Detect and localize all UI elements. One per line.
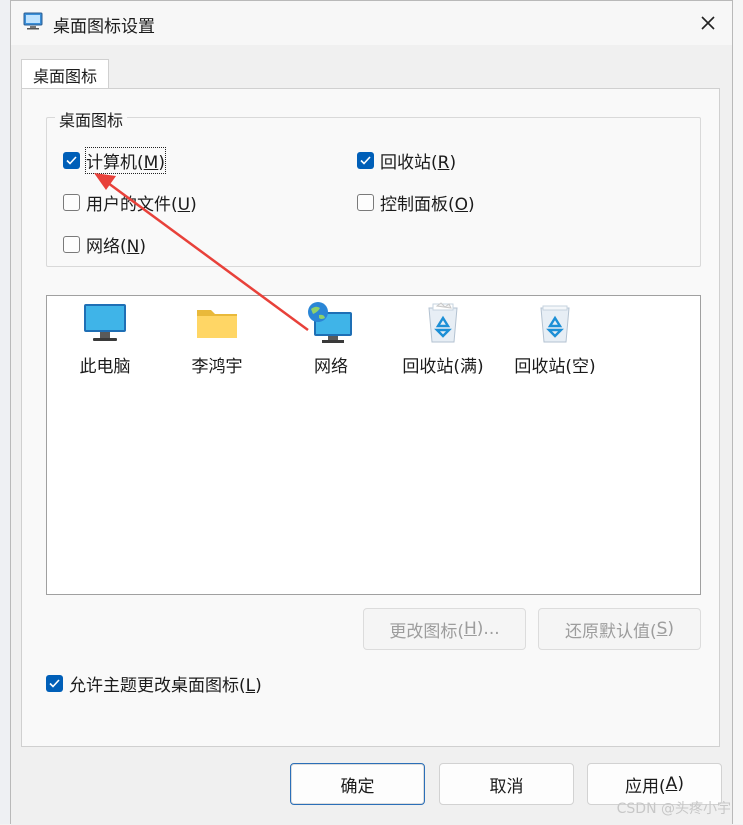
watermark: CSDN @头疼小宇 (616, 801, 731, 817)
recycle-bin-full-icon (428, 302, 458, 343)
icon-label: 此电脑 (79, 357, 131, 377)
checkbox-network-label: 网络(N) (86, 237, 146, 257)
icon-list[interactable]: 此电脑 李鸿宇 网络 回收站(满) 回收站(空) (46, 295, 701, 595)
icon-label: 网络 (314, 357, 348, 377)
icon-label: 回收站(空) (514, 357, 596, 377)
desktop-icon-settings-dialog: 桌面图标设置 桌面图标 桌面图标 计算机(M) 回收站(R) 用户的文件(U) … (10, 0, 733, 825)
checkbox-computer-label: 计算机(M) (85, 147, 166, 174)
checkbox-network[interactable]: 网络(N) (63, 232, 146, 257)
checkbox-checked-icon (46, 675, 63, 692)
network-globe-icon (308, 302, 352, 343)
checkbox-control-panel[interactable]: 控制面板(O) (357, 190, 475, 215)
icon-label: 回收站(满) (402, 357, 484, 377)
desktop-icons-group: 桌面图标 计算机(M) 回收站(R) 用户的文件(U) 控制面板(O) 网络(N… (46, 107, 701, 267)
close-button[interactable] (692, 7, 724, 39)
checkbox-unchecked-icon (63, 194, 80, 211)
ok-button[interactable]: 确定 (290, 763, 425, 805)
close-icon (701, 16, 715, 30)
checkbox-recycle-bin[interactable]: 回收站(R) (357, 148, 456, 173)
icon-label: 李鸿宇 (191, 357, 243, 377)
desktop-settings-icon (23, 12, 43, 30)
icon-item-user-folder[interactable]: 李鸿宇 (167, 302, 267, 377)
tab-panel: 桌面图标 计算机(M) 回收站(R) 用户的文件(U) 控制面板(O) 网络(N… (21, 88, 720, 747)
checkbox-computer[interactable]: 计算机(M) (63, 147, 166, 174)
cancel-button[interactable]: 取消 (439, 763, 574, 805)
recycle-bin-empty-icon (540, 305, 570, 343)
checkbox-checked-icon (357, 152, 374, 169)
checkbox-control-panel-label: 控制面板(O) (380, 195, 475, 215)
tab-desktop-icons[interactable]: 桌面图标 (21, 59, 109, 89)
icon-item-recycle-bin-full[interactable]: 回收站(满) (393, 302, 493, 377)
window-title: 桌面图标设置 (53, 17, 155, 37)
icon-item-network[interactable]: 网络 (281, 302, 381, 377)
folder-icon (197, 310, 237, 338)
group-legend: 桌面图标 (55, 107, 128, 131)
icon-item-this-pc[interactable]: 此电脑 (55, 302, 155, 377)
checkbox-user-files-label: 用户的文件(U) (86, 195, 197, 215)
restore-default-button[interactable]: 还原默认值(S) (538, 608, 701, 650)
checkbox-allow-theme[interactable]: 允许主题更改桌面图标(L) (46, 671, 262, 696)
checkbox-unchecked-icon (63, 236, 80, 253)
checkbox-recycle-bin-label: 回收站(R) (380, 153, 457, 173)
checkbox-unchecked-icon (357, 194, 374, 211)
checkbox-allow-theme-label: 允许主题更改桌面图标(L) (69, 676, 262, 696)
icon-item-recycle-bin-empty[interactable]: 回收站(空) (505, 302, 605, 377)
change-icon-button[interactable]: 更改图标(H)... (363, 608, 526, 650)
title-bar: 桌面图标设置 (11, 1, 732, 45)
checkbox-user-files[interactable]: 用户的文件(U) (63, 190, 197, 215)
monitor-icon (84, 304, 126, 341)
checkbox-checked-icon (63, 152, 80, 169)
